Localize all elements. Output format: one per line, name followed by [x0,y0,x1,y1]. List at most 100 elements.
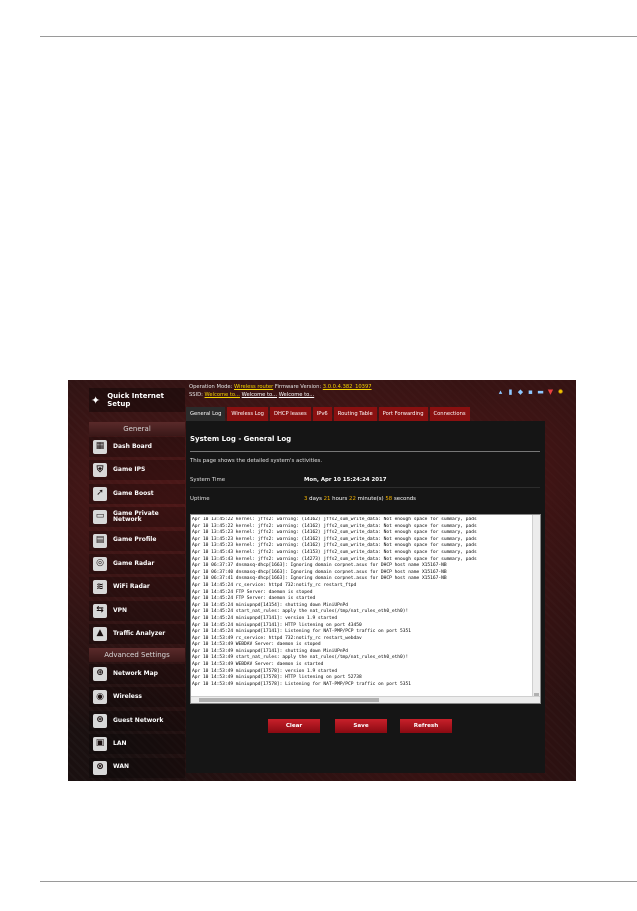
log-line: Apr 10 13:45:23 kernel: jffs2: warning: … [192,530,477,536]
sidebar-item-label: WAN [113,763,130,771]
clear-button[interactable]: Clear [268,719,320,733]
sidebar-item-label: Traffic Analyzer [113,630,166,638]
sidebar-item-label: Wireless [113,693,142,701]
log-line: Apr 10 06:37:37 dnsmasq-dhcp[1663]: Igno… [192,563,447,569]
sidebar-item-game-ips[interactable]: ⛨ Game IPS [89,460,185,481]
advanced-settings-heading: Advanced Settings [89,648,185,662]
horizontal-scrollbar[interactable] [191,696,540,703]
sidebar-item-label: Game Radar [113,559,155,567]
uptime-value: 3 days 21 hours 22 minute(s) 58 seconds [304,496,416,502]
firmware-label: Firmware Version: [274,384,322,390]
app-status-icon[interactable]: ▪ [527,388,534,397]
sidebar-item-game-radar[interactable]: ◎ Game Radar [89,554,185,574]
log-line: Apr 10 14:53:49 miniupnpd[17578]: Listen… [192,681,411,687]
tab-connections[interactable]: Connections [429,407,470,421]
printer-status-icon[interactable]: ▬ [537,388,544,397]
sidebar-item-game-profile[interactable]: ▤ Game Profile [89,530,185,551]
sidebar-item-dash-board[interactable]: ▦ Dash Board [89,437,185,457]
system-time-value: Mon, Apr 10 15:24:24 2017 [304,477,387,483]
save-button[interactable]: Save [335,719,387,733]
operation-mode-label: Operation Mode: [189,384,233,390]
operation-mode-link[interactable]: Wireless router [234,384,273,390]
ssid-label: SSID: [189,392,203,398]
log-line: Apr 10 14:53:49 WEBDAV Server: daemon is… [192,662,324,668]
page-description: This page shows the detailed system's ac… [190,458,323,464]
shield-icon: ⛨ [93,463,107,478]
sidebar-item-label: WiFi Radar [113,583,150,591]
sidebar-item-vpn[interactable]: ⇆ VPN [89,600,185,621]
refresh-button[interactable]: Refresh [400,719,452,733]
sidebar-item-label: LAN [113,740,127,748]
wireless-icon: ◉ [93,690,107,705]
traffic-analyzer-icon: ▲ [93,627,107,642]
sidebar-item-guest-network[interactable]: ⊛ Guest Network [89,710,185,731]
sidebar-item-game-boost[interactable]: ➚ Game Boost [89,483,185,504]
row-divider [190,487,540,488]
notification-icon[interactable]: ▼ [547,388,554,397]
sidebar-item-traffic-analyzer[interactable]: ▲ Traffic Analyzer [89,624,185,645]
log-tabs: General Log Wireless Log DHCP leases IPv… [186,407,470,421]
router-admin-screenshot: ✦ Quick Internet Setup General ▦ Dash Boa… [68,380,576,781]
uptime-label: Uptime [190,496,210,502]
uptime-minutes: 22 [349,496,356,502]
uptime-days-unit: days [307,496,324,502]
quick-internet-setup-label: Quick Internet Setup [107,392,165,408]
sidebar-item-label: Guest Network [113,716,164,724]
tab-wireless-log[interactable]: Wireless Log [227,407,268,421]
log-line: Apr 10 13:45:23 kernel: jffs2: warning: … [192,543,477,549]
sidebar-item-label: Game Boost [113,489,154,497]
dashboard-icon: ▦ [93,440,107,454]
vertical-scrollbar[interactable] [532,515,540,703]
uptime-hours-unit: hours [330,496,350,502]
log-textarea[interactable]: Apr 10 13:45:22 kernel: jffs2: warning: … [190,514,541,704]
log-line: Apr 10 14:45:24 FTP Server: daemon is st… [192,596,316,602]
wan-icon: ⊗ [93,760,107,775]
log-line: Apr 10 14:45:24 miniupnpd[17141]: Listen… [192,629,411,635]
general-heading: General [89,422,185,436]
horizontal-scroll-thumb[interactable] [199,698,379,702]
wizard-icon: ✦ [91,393,101,407]
internet-status-icon[interactable]: ▴ [497,388,504,397]
uptime-minutes-unit: minute(s) [355,496,386,502]
ssid-link-3[interactable]: Welcome to... [279,392,314,398]
sidebar-item-label: Network Map [113,669,158,677]
tab-routing-table[interactable]: Routing Table [333,407,377,421]
wifi-radar-icon: ≋ [93,580,107,595]
usb-status-icon[interactable]: ◆ [517,388,524,397]
tab-port-forwarding[interactable]: Port Forwarding [378,407,428,421]
log-line: Apr 10 14:45:24 start_nat_rules: apply t… [192,609,409,615]
log-line: Apr 10 14:45:24 miniupnpd[17141]: versio… [192,615,338,621]
tab-dhcp-leases[interactable]: DHCP leases [269,407,311,421]
sidebar-item-network-map[interactable]: ⊕ Network Map [89,664,185,684]
tab-ipv6[interactable]: IPv6 [312,407,332,421]
settings-gear-icon[interactable]: ✹ [557,388,564,397]
sidebar-item-label: Game Private Network [113,509,159,524]
sidebar-item-label: Dash Board [113,442,152,450]
firmware-link[interactable]: 3.0.0.4.382_10397 [323,384,372,390]
wifi-status-icon[interactable]: ▮ [507,388,514,397]
status-info: Operation Mode: Wireless router Firmware… [189,383,372,399]
network-map-icon: ⊕ [93,667,107,681]
gamepad-icon: ▤ [93,533,107,548]
sidebar-item-game-private-network[interactable]: ▭ Game Private Network [89,507,185,528]
sidebar-item-label: Game IPS [113,466,146,474]
sidebar-item-wan[interactable]: ⊗ WAN [89,757,185,778]
page-top-rule [40,36,637,37]
page-title: System Log - General Log [190,435,292,443]
sidebar-item-lan[interactable]: ▣ LAN [89,734,185,755]
sidebar-item-wireless[interactable]: ◉ Wireless [89,687,185,708]
log-line: Apr 10 14:53:49 WEBDAV Server: daemon is… [192,642,321,648]
sidebar-item-wifi-radar[interactable]: ≋ WiFi Radar [89,577,185,598]
private-network-icon: ▭ [93,510,107,525]
quick-internet-setup-button[interactable]: ✦ Quick Internet Setup [89,388,185,412]
page-bottom-rule [40,881,637,882]
lan-icon: ▣ [93,737,107,752]
log-line: Apr 10 13:45:22 kernel: jffs2: warning: … [192,517,477,522]
log-line: Apr 10 14:45:24 rc_service: httpd 732:no… [192,582,357,588]
vpn-icon: ⇆ [93,603,107,618]
sidebar-item-label: VPN [113,606,128,614]
status-icons: ▴ ▮ ◆ ▪ ▬ ▼ ✹ [497,388,564,397]
tab-general-log[interactable]: General Log [186,407,226,421]
ssid-link-2[interactable]: Welcome to... [242,392,277,398]
ssid-link-1[interactable]: Welcome to... [205,392,240,398]
